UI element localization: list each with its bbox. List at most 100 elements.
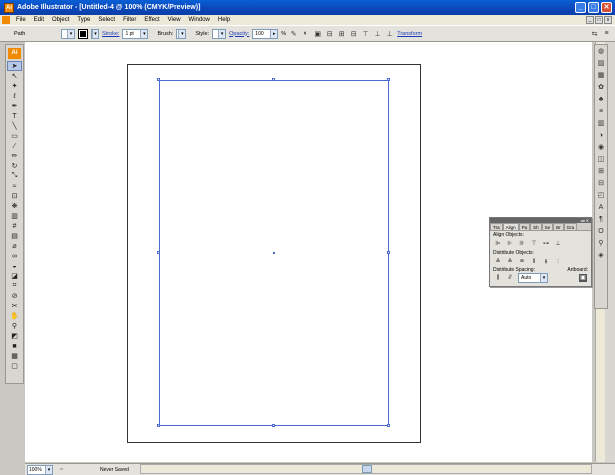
- artboard-nav-icon[interactable]: ▫: [57, 465, 66, 474]
- scissors-tool-icon[interactable]: ✂: [7, 301, 22, 311]
- stroke-swatch[interactable]: [78, 28, 88, 39]
- panel-menu-icon[interactable]: ⇆: [590, 29, 599, 38]
- pencil-tool-icon[interactable]: ✏: [7, 151, 22, 161]
- menu-effect[interactable]: Effect: [140, 17, 163, 23]
- horizontal-align-right-icon[interactable]: ⊪: [518, 240, 526, 248]
- navigator-panel-icon[interactable]: ⚲: [596, 239, 606, 249]
- opacity-field[interactable]: 100 ▸: [252, 28, 279, 39]
- document-icon[interactable]: [2, 16, 10, 24]
- recolor-icon[interactable]: ✎: [289, 29, 298, 38]
- live-paint-selection-tool-icon[interactable]: ◪: [7, 271, 22, 281]
- horizontal-distribute-space-icon[interactable]: ⫻: [506, 274, 514, 282]
- transform-link[interactable]: Transform: [397, 31, 422, 37]
- direct-selection-tool-icon[interactable]: ↖: [7, 71, 22, 81]
- symbol-sprayer-tool-icon[interactable]: ❋: [7, 201, 22, 211]
- stroke-panel-icon[interactable]: ≡: [596, 107, 606, 117]
- slice-tool-icon[interactable]: ⊘: [7, 291, 22, 301]
- distribute-bottom-icon[interactable]: ≘: [518, 258, 526, 266]
- horizontal-align-left-icon[interactable]: ⊫: [494, 240, 502, 248]
- pathfinder-panel-icon[interactable]: ◰: [596, 191, 606, 201]
- handle-bottom-left[interactable]: [157, 424, 160, 427]
- paragraph-panel-icon[interactable]: ¶: [596, 215, 606, 225]
- menu-select[interactable]: Select: [94, 17, 119, 23]
- menu-filter[interactable]: Filter: [119, 17, 140, 23]
- options-icon[interactable]: ≡: [602, 29, 611, 38]
- brushes-panel-icon[interactable]: ✿: [596, 83, 606, 93]
- fill-dropdown[interactable]: ▾: [61, 28, 75, 39]
- tab-brushes[interactable]: Br: [553, 223, 564, 230]
- tab-transform[interactable]: Tra: [490, 223, 503, 230]
- blend-tool-icon[interactable]: ∞: [7, 251, 22, 261]
- align-top-icon[interactable]: ⊤: [361, 29, 370, 38]
- align-panel-icon[interactable]: ⊟: [596, 179, 606, 189]
- type-tool-icon[interactable]: T: [7, 111, 22, 121]
- isolate-icon[interactable]: ◐: [301, 29, 310, 38]
- menu-edit[interactable]: Edit: [30, 17, 48, 23]
- swatches-panel-icon[interactable]: ▦: [596, 71, 606, 81]
- align-bottom-icon[interactable]: ⊥: [385, 29, 394, 38]
- screen-mode-icon[interactable]: ▢: [7, 361, 22, 371]
- align-center-icon[interactable]: ⊞: [337, 29, 346, 38]
- maximize-icon[interactable]: □: [588, 2, 599, 13]
- tab-gradient[interactable]: Gra: [563, 223, 578, 230]
- handle-top-right[interactable]: [387, 78, 390, 81]
- symbols-panel-icon[interactable]: ♣: [596, 95, 606, 105]
- handle-bottom-middle[interactable]: [272, 424, 275, 427]
- mesh-tool-icon[interactable]: #: [7, 221, 22, 231]
- zoom-tool-icon[interactable]: ⚲: [7, 321, 22, 331]
- doc-close-icon[interactable]: x: [604, 16, 612, 24]
- menu-type[interactable]: Type: [73, 17, 94, 23]
- distribute-left-icon[interactable]: ⫴: [530, 258, 538, 266]
- selection-tool-icon[interactable]: ➤: [7, 61, 22, 71]
- crop-area-tool-icon[interactable]: ⌗: [7, 281, 22, 291]
- vertical-align-center-icon[interactable]: ⊶: [542, 240, 550, 248]
- align-left-icon[interactable]: ⊟: [325, 29, 334, 38]
- tab-align[interactable]: Align: [502, 223, 519, 230]
- transform-panel-icon[interactable]: ⊞: [596, 167, 606, 177]
- collapse-icon[interactable]: ◂◂ ✕: [581, 218, 589, 223]
- character-panel-icon[interactable]: A: [596, 203, 606, 213]
- opentype-panel-icon[interactable]: O: [596, 227, 606, 237]
- appearance-panel-icon[interactable]: ◉: [596, 143, 606, 153]
- color-panel-icon[interactable]: ◍: [596, 47, 606, 57]
- style-dropdown[interactable]: ▾: [212, 28, 227, 39]
- column-graph-tool-icon[interactable]: ▥: [7, 211, 22, 221]
- eyedropper-tool-icon[interactable]: ⌀: [7, 241, 22, 251]
- stroke-color-dropdown[interactable]: ▾: [91, 28, 99, 39]
- gradient-tool-icon[interactable]: ▤: [7, 231, 22, 241]
- handle-middle-right[interactable]: [387, 251, 390, 254]
- hand-tool-icon[interactable]: ✋: [7, 311, 22, 321]
- handle-middle-left[interactable]: [157, 251, 160, 254]
- vertical-distribute-space-icon[interactable]: ⫼: [494, 274, 502, 282]
- menu-window[interactable]: Window: [185, 17, 214, 23]
- pen-tool-icon[interactable]: ✒: [7, 101, 22, 111]
- brush-dropdown[interactable]: ▾: [176, 28, 187, 39]
- tab-shapes[interactable]: Sh: [530, 223, 542, 230]
- align-to-artboard-icon[interactable]: ▣: [579, 274, 587, 282]
- scale-tool-icon[interactable]: ⤡: [7, 171, 22, 181]
- rotate-tool-icon[interactable]: ↻: [7, 161, 22, 171]
- menu-view[interactable]: View: [164, 17, 185, 23]
- horizontal-scroll-thumb[interactable]: [362, 465, 372, 473]
- magic-wand-tool-icon[interactable]: ✦: [7, 81, 22, 91]
- gradient-panel-icon[interactable]: ▥: [596, 119, 606, 129]
- warp-tool-icon[interactable]: ≈: [7, 181, 22, 191]
- tab-pathfinder[interactable]: Pa: [518, 223, 531, 230]
- opacity-label[interactable]: Opacity:: [229, 31, 249, 37]
- handle-top-left[interactable]: [157, 78, 160, 81]
- handle-bottom-right[interactable]: [387, 424, 390, 427]
- horizontal-align-center-icon[interactable]: ⊩: [506, 240, 514, 248]
- stroke-label[interactable]: Stroke:: [102, 31, 119, 37]
- default-colors-icon[interactable]: ◩: [7, 331, 22, 341]
- fill-stroke-swatch-icon[interactable]: ■: [7, 341, 22, 351]
- color-mode-icon[interactable]: ▦: [7, 351, 22, 361]
- graphic-styles-panel-icon[interactable]: ◫: [596, 155, 606, 165]
- align-middle-icon[interactable]: ⊥: [373, 29, 382, 38]
- spacing-dropdown[interactable]: Auto ▾: [518, 273, 548, 283]
- distribute-top-icon[interactable]: ≚: [494, 258, 502, 266]
- vertical-align-bottom-icon[interactable]: ⊥: [554, 240, 562, 248]
- align-menu-icon[interactable]: ▣: [313, 29, 322, 38]
- distribute-right-icon[interactable]: ⫶: [554, 258, 562, 266]
- menu-help[interactable]: Help: [214, 17, 234, 23]
- stroke-weight-field[interactable]: 1 pt ▾: [122, 28, 149, 39]
